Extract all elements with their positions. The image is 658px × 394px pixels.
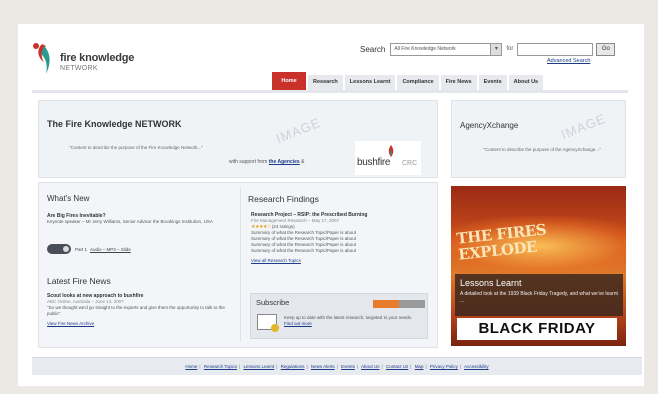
whats-new-title: What's New [47,194,90,203]
subscribe-title: Subscribe [256,298,290,307]
logo-flame-icon [33,43,50,74]
research-block: Research Project – RSIP: the Prescribed … [251,212,433,264]
search-label: Search [360,44,386,54]
lessons-learnt-promo[interactable]: THE FIRES EXPLODE Lessons Learnt A detai… [451,186,626,346]
research-topics-link[interactable]: View all Research Topics [251,258,433,264]
lessons-title: Lessons Learnt [460,278,522,288]
latest-news-block: Scout looks at new approach to bushfire … [47,293,233,327]
hero-panel: IMAGE The Fire Knowledge NETWORK "Conten… [38,100,438,178]
research-title: Research Findings [248,194,319,204]
hero-title: The Fire Knowledge NETWORK [47,119,182,129]
newsletter-icon [257,314,279,332]
nav-item-research[interactable]: Research [308,75,343,90]
nav-item-events[interactable]: Events [478,75,507,90]
black-friday-text: BLACK FRIDAY [478,320,596,337]
support-prefix: with support from [229,159,268,165]
research-summary: Summary of what the Research Topic/Paper… [251,248,356,253]
main-nav: Home Research Lessons Learnt Compliance … [270,72,544,90]
news-archive-link[interactable]: View Fire News Archive [47,321,233,327]
search-bar: Search All Fire Knowledge Network ▾ for … [360,41,616,57]
subscribe-text: Keep up to date with the latest research… [284,315,420,327]
hero-watermark: IMAGE [273,114,324,147]
nav-underline [32,90,628,93]
search-scope-value: All Fire Knowledge Network [394,46,456,52]
subscribe-link[interactable]: Find out more [284,321,312,326]
agency-description: "Content to describe the purpose of the … [483,147,601,152]
whats-new-block: Are Big Fires Inevitable? Keynote speake… [47,213,233,225]
audio-links[interactable]: Audio – MP3 – Slide [90,247,131,252]
audio-part-label: Part 1 [75,246,88,252]
whats-new-body: Keynote speaker – Mr Jerry Williams, Sen… [47,219,213,224]
hero-support-text: with support from the Agencies & [229,159,304,165]
search-input[interactable] [517,42,594,56]
footer-link[interactable]: Events [341,364,355,369]
nav-item-fire-news[interactable]: Fire News [440,75,477,90]
chevron-down-icon[interactable]: ▾ [490,43,502,55]
nav-item-lessons-learnt[interactable]: Lessons Learnt [344,75,396,90]
search-go-button[interactable]: Go [596,42,616,56]
hero-description: "Content to describe the purpose of the … [69,145,203,150]
footer-link[interactable]: Regulations [281,364,305,369]
footer-link[interactable]: Privacy Policy [430,364,458,369]
nav-item-compliance[interactable]: Compliance [397,75,439,90]
audio-toggle-icon[interactable] [47,244,71,254]
subscribe-progress-fill [373,300,399,308]
footer-link[interactable]: About Us [361,364,380,369]
audio-player: Part 1 Audio – MP3 – Slide [47,244,131,254]
lessons-description: A detailed look at the 1939 Black Friday… [460,291,618,304]
content-divider [240,188,241,342]
bushfire-crc-logo[interactable]: bushfire CRC [355,141,421,175]
footer-link[interactable]: Accessibility [464,364,489,369]
promo-caption-box: Lessons Learnt A detailed look at the 19… [455,274,623,316]
nav-item-home[interactable]: Home [272,72,306,90]
agency-title: AgencyXchange [460,121,519,130]
search-for-label: for [506,46,514,52]
footer-link[interactable]: Contact Us [386,364,408,369]
support-suffix: & [301,159,305,165]
subscribe-body: Keep up to date with the latest research… [284,315,413,320]
nav-item-about-us[interactable]: About Us [508,75,544,90]
footer-link[interactable]: Lessons Learnt [243,364,274,369]
agency-panel: IMAGE AgencyXchange "Content to describe… [451,100,626,178]
footer-link[interactable]: Research Topics [204,364,237,369]
latest-news-body: "So we thought we'd go straight to the e… [47,305,225,316]
footer-link[interactable]: Home [185,364,197,369]
rating-count: (24 ratings) [271,224,295,229]
black-friday-banner: BLACK FRIDAY [457,318,617,340]
agencies-link[interactable]: the Agencies [269,159,300,165]
bushfire-flame-icon [388,145,394,157]
footer-link[interactable]: Map [415,364,424,369]
logo[interactable]: fire knowledge NETWORK [32,40,152,80]
logo-subtitle: NETWORK [60,65,98,72]
agency-watermark: IMAGE [558,110,609,143]
advanced-search-link[interactable]: Advanced Search [547,58,590,64]
subscribe-progress [373,300,425,308]
footer-link[interactable]: News Alerts [311,364,335,369]
search-scope-select[interactable]: All Fire Knowledge Network ▾ [390,42,503,56]
footer: Home | Research Topics | Lessons Learnt | R… [32,357,642,375]
footer-links: Home | Research Topics | Lessons Learnt | R… [185,364,489,369]
latest-news-title: Latest Fire News [47,276,111,286]
subscribe-box: Subscribe Keep up to date with the lates… [250,293,428,339]
bushfire-crc-suffix: CRC [402,160,418,167]
bushfire-word: bushfire [357,157,391,168]
logo-title: fire knowledge [60,52,135,64]
